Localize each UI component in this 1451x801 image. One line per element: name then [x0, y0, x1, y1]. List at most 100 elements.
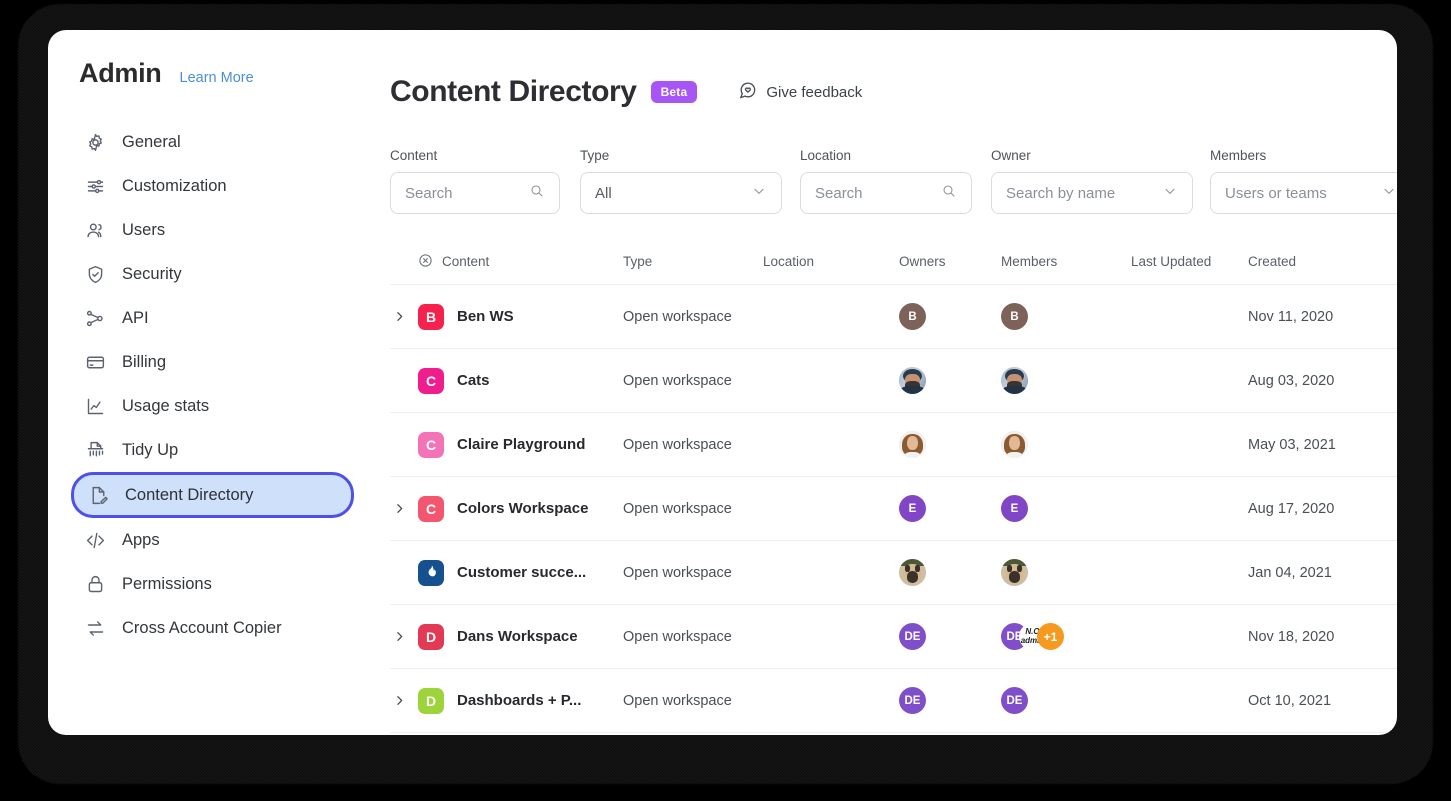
avatar[interactable]: E [899, 495, 926, 522]
content-name-cell[interactable]: C Claire Playground [418, 431, 623, 458]
expand-row-chevron-icon[interactable] [390, 630, 408, 643]
search-icon[interactable] [529, 183, 545, 203]
table-row[interactable]: Customer succe... Open workspace Jan 04, 2… [390, 541, 1397, 605]
avatar[interactable] [899, 559, 926, 586]
column-header-type[interactable]: Type [623, 254, 763, 269]
gear-icon [85, 132, 106, 153]
circle-x-icon[interactable] [418, 253, 433, 271]
sidebar-item-users[interactable]: Users [71, 208, 354, 252]
expand-row-chevron-icon[interactable] [390, 694, 408, 707]
sidebar-item-security[interactable]: Security [71, 252, 354, 296]
content-filter-value: Search [405, 184, 453, 202]
sidebar-item-tidy-up[interactable]: Tidy Up [71, 428, 354, 472]
owner-filter-value: Search by name [1006, 184, 1116, 202]
avatar[interactable]: B [899, 303, 926, 330]
table-row[interactable]: D Dans Workspace Open workspace DE DE N.O adm… [390, 605, 1397, 669]
workspace-icon-letter: B [425, 308, 437, 325]
content-name-cell[interactable]: C Cats [418, 367, 623, 394]
owners-cell [899, 367, 1001, 394]
avatar[interactable] [899, 431, 926, 458]
owners-cell: DE [899, 623, 1001, 650]
sidebar-item-label: Users [122, 220, 166, 239]
sidebar-item-customization[interactable]: Customization [71, 164, 354, 208]
workspace-icon: C [418, 367, 444, 394]
members-cell [1001, 559, 1131, 586]
type-cell: Open workspace [623, 436, 732, 453]
workspace-name: Customer succe... [457, 564, 587, 581]
table-row[interactable]: C Cats Open workspace Aug 03, 2020 [390, 349, 1397, 413]
workspace-name: Dashboards + P... [457, 692, 582, 709]
owner-filter[interactable]: Search by name [991, 172, 1193, 214]
sidebar-item-cross-account-copier[interactable]: Cross Account Copier [71, 606, 354, 650]
content-name-cell[interactable]: Customer succe... [418, 559, 623, 586]
sidebar-item-content-directory[interactable]: Content Directory [71, 472, 354, 518]
type-filter[interactable]: All [580, 172, 782, 214]
content-name-cell[interactable]: D Dashboards + P... [418, 687, 623, 714]
sidebar-item-usage-stats[interactable]: Usage stats [71, 384, 354, 428]
avatar-overflow-badge[interactable]: +1 [1037, 623, 1064, 650]
owners-avatars: DE [899, 687, 1001, 714]
avatar[interactable] [1001, 431, 1028, 458]
content-filter[interactable]: Search [390, 172, 560, 214]
column-header-content[interactable]: Content [418, 253, 623, 271]
column-header-members[interactable]: Members [1001, 254, 1131, 269]
give-feedback-button[interactable]: Give feedback [738, 81, 862, 104]
avatar[interactable] [1001, 559, 1028, 586]
lock-icon [85, 574, 106, 595]
shredder-icon [85, 440, 106, 461]
expand-row-chevron-icon[interactable] [390, 310, 408, 323]
chevron-down-icon[interactable] [751, 183, 767, 203]
type-cell: Open workspace [623, 500, 732, 517]
workspace-icon-letter: C [425, 372, 437, 389]
column-header-created[interactable]: Created [1248, 254, 1397, 269]
table-row[interactable]: D Dashboards + P... Open workspace DE DE Oct … [390, 669, 1397, 733]
avatar[interactable]: DE [1001, 687, 1028, 714]
table-row[interactable]: C Claire Playground Open workspace May 03, … [390, 413, 1397, 477]
chevron-down-icon[interactable] [1381, 183, 1397, 203]
sidebar-item-permissions[interactable]: Permissions [71, 562, 354, 606]
type-cell: Open workspace [623, 372, 732, 389]
flame-icon [424, 564, 439, 582]
sidebar-item-label: Customization [122, 176, 227, 195]
type-filter-group: Type All [580, 148, 782, 214]
owners-cell: DE [899, 687, 1001, 714]
members-cell: B [1001, 303, 1131, 330]
users-icon [85, 220, 106, 241]
expand-cell [390, 502, 418, 515]
owners-cell [899, 559, 1001, 586]
workspace-icon: D [418, 687, 444, 714]
sidebar-item-general[interactable]: General [71, 120, 354, 164]
content-filter-group: Content Search [390, 148, 560, 214]
members-filter[interactable]: Users or teams [1210, 172, 1397, 214]
sidebar-item-billing[interactable]: Billing [71, 340, 354, 384]
avatar[interactable] [899, 367, 926, 394]
column-header-owners[interactable]: Owners [899, 254, 1001, 269]
expand-row-chevron-icon[interactable] [390, 502, 408, 515]
type-cell: Open workspace [623, 564, 732, 581]
content-name-cell[interactable]: D Dans Workspace [418, 623, 623, 650]
admin-window: Admin Learn More General Customization Use… [48, 30, 1397, 735]
workspace-name: Ben WS [457, 308, 514, 325]
avatar[interactable]: B [1001, 303, 1028, 330]
column-header-location[interactable]: Location [763, 254, 899, 269]
avatar[interactable] [1001, 367, 1028, 394]
table-row[interactable]: B Ben WS Open workspace B B Nov 11, 2020 [390, 285, 1397, 349]
content-name-cell[interactable]: B Ben WS [418, 303, 623, 330]
sidebar-item-apps[interactable]: Apps [71, 518, 354, 562]
created-cell: May 03, 2021 [1248, 436, 1336, 453]
expand-cell [390, 630, 418, 643]
avatar[interactable]: DE [899, 623, 926, 650]
search-icon[interactable] [941, 183, 957, 203]
owner-filter-group: Owner Search by name [991, 148, 1193, 214]
content-name-cell[interactable]: C Colors Workspace [418, 495, 623, 522]
brand-row: Admin Learn More [48, 58, 368, 89]
location-filter[interactable]: Search [800, 172, 972, 214]
avatar[interactable]: DE [899, 687, 926, 714]
sidebar-item-label: API [122, 308, 149, 327]
learn-more-link[interactable]: Learn More [180, 70, 254, 86]
sidebar-item-api[interactable]: API [71, 296, 354, 340]
table-row[interactable]: C Colors Workspace Open workspace E E Aug 17,… [390, 477, 1397, 541]
chevron-down-icon[interactable] [1162, 183, 1178, 203]
column-header-last-updated[interactable]: Last Updated [1131, 254, 1248, 269]
avatar[interactable]: E [1001, 495, 1028, 522]
